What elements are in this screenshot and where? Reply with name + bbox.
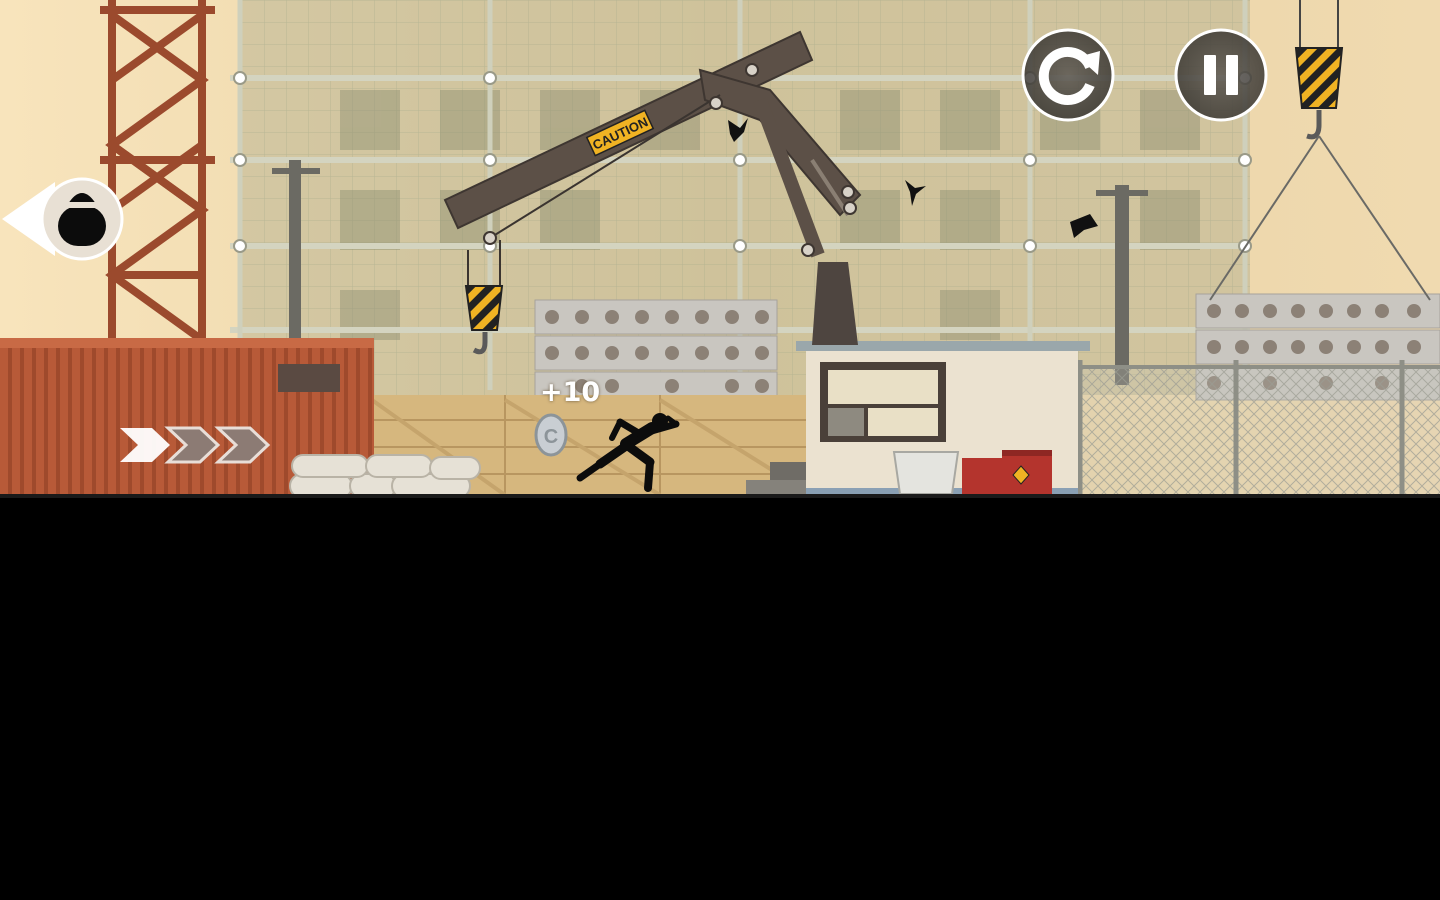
chaser-indicator xyxy=(2,177,124,261)
chevron-right-icon xyxy=(164,426,221,464)
coin: C xyxy=(534,413,568,457)
svg-text:C: C xyxy=(544,426,558,448)
chevron-right-icon xyxy=(214,426,271,464)
ground xyxy=(0,496,1440,900)
pause-button[interactable] xyxy=(1173,27,1269,123)
sandbags xyxy=(289,454,481,499)
chain-link-fence xyxy=(1075,360,1440,498)
restart-button[interactable] xyxy=(1020,27,1116,123)
score-popup: +10 xyxy=(540,377,601,408)
chevron-right-icon xyxy=(120,428,170,462)
speed-chevrons xyxy=(120,426,271,464)
